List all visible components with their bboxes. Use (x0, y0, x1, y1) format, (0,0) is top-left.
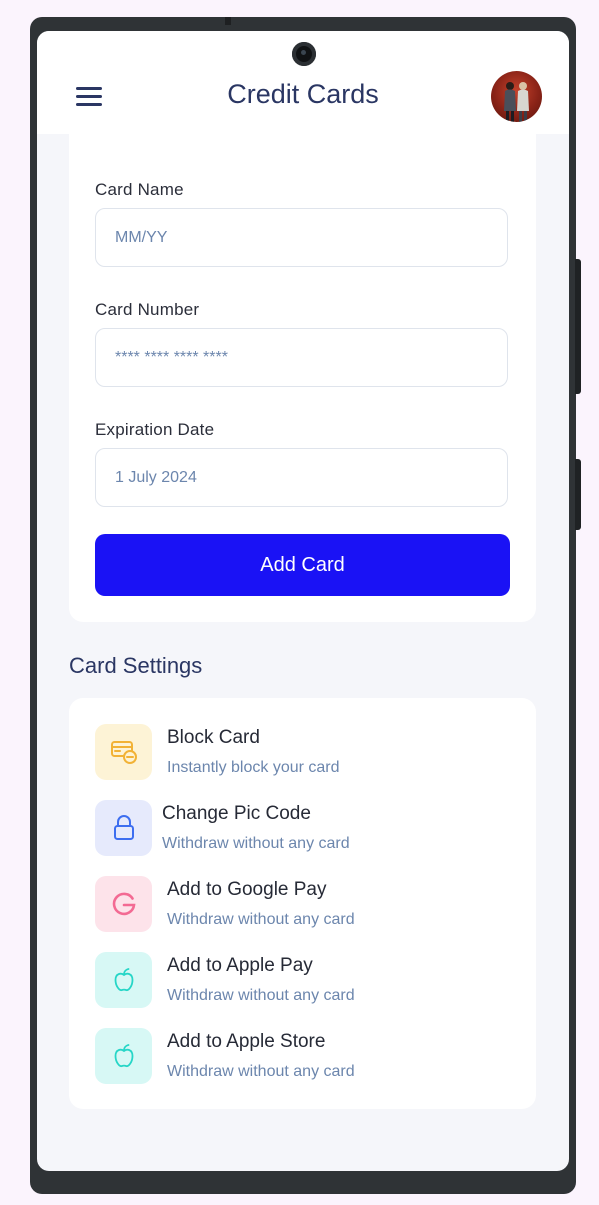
add-card-form: Card Name MM/YY Card Number **** **** **… (69, 49, 536, 622)
setting-title: Add to Google Pay (167, 879, 327, 900)
lock-icon (95, 800, 152, 856)
avatar-photo (504, 82, 529, 122)
setting-change-pic-code[interactable]: Change Pic Code Withdraw without any car… (95, 800, 515, 857)
power-button (575, 459, 581, 530)
setting-subtitle: Instantly block your card (167, 759, 340, 776)
card-number-label: Card Number (95, 300, 200, 319)
expiration-date-input[interactable]: 1 July 2024 (95, 448, 508, 507)
apple-icon (95, 952, 152, 1008)
setting-subtitle: Withdraw without any card (167, 911, 355, 928)
setting-google-pay[interactable]: Add to Google Pay Withdraw without any c… (95, 876, 515, 933)
phone-screen: Card Name MM/YY Card Number **** **** **… (37, 31, 569, 1171)
expiration-date-label: Expiration Date (95, 420, 215, 439)
setting-subtitle: Withdraw without any card (162, 835, 350, 852)
front-camera (292, 42, 316, 66)
setting-subtitle: Withdraw without any card (167, 987, 355, 1004)
card-number-placeholder: **** **** **** **** (115, 348, 228, 366)
page-title: Credit Cards (227, 79, 379, 109)
card-settings-title: Card Settings (69, 653, 203, 678)
user-avatar[interactable] (491, 71, 542, 122)
setting-title: Add to Apple Pay (167, 955, 313, 976)
card-name-label: Card Name (95, 180, 184, 199)
volume-button (575, 259, 581, 394)
setting-title: Add to Apple Store (167, 1031, 326, 1052)
card-number-input[interactable]: **** **** **** **** (95, 328, 508, 387)
card-settings-list: Block Card Instantly block your card Cha… (69, 698, 536, 1109)
google-icon (95, 876, 152, 932)
setting-subtitle: Withdraw without any card (167, 1063, 355, 1080)
card-name-placeholder: MM/YY (115, 228, 168, 246)
setting-apple-store[interactable]: Add to Apple Store Withdraw without any … (95, 1028, 515, 1085)
setting-apple-pay[interactable]: Add to Apple Pay Withdraw without any ca… (95, 952, 515, 1009)
setting-title: Change Pic Code (162, 803, 311, 824)
add-card-button[interactable]: Add Card (95, 534, 510, 596)
frame-notch (225, 17, 231, 25)
expiration-date-value: 1 July 2024 (115, 468, 197, 486)
setting-title: Block Card (167, 727, 260, 748)
setting-block-card[interactable]: Block Card Instantly block your card (95, 724, 515, 781)
scroll-content[interactable]: Card Name MM/YY Card Number **** **** **… (37, 31, 569, 1171)
card-name-input[interactable]: MM/YY (95, 208, 508, 267)
apple-icon (95, 1028, 152, 1084)
block-card-icon (95, 724, 152, 780)
